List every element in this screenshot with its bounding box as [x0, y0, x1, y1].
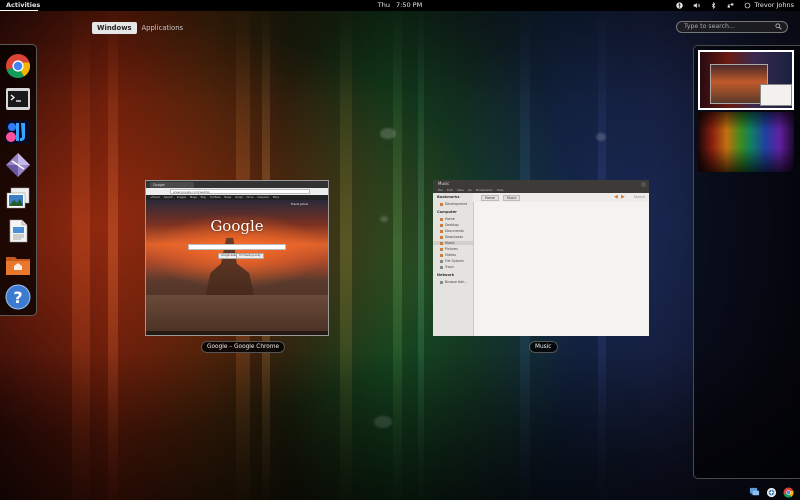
music-window-title: Music [438, 181, 450, 186]
sidebar-item-label: File System [445, 259, 464, 263]
google-logo: Google [210, 217, 264, 235]
sidebar-item-downloads: Downloads [440, 235, 463, 239]
downloads-icon [440, 235, 443, 239]
search-placeholder: Type to search... [684, 23, 735, 30]
user-menu[interactable]: Trevor Johns [744, 0, 794, 11]
desktop-icon [440, 223, 443, 227]
workspace-2[interactable] [698, 112, 794, 172]
sidebar-item-desktop: Desktop [440, 223, 459, 227]
dash: ? [0, 44, 37, 316]
music-icon [440, 241, 443, 245]
desktop-background [0, 0, 800, 500]
user-status-icon [745, 2, 751, 9]
svg-text:?: ? [13, 288, 22, 307]
sidebar-item-development: Development [440, 202, 467, 206]
diamond-app-icon[interactable] [5, 152, 31, 178]
window-thumbnail-chrome[interactable]: Google www.google.com/webhp +Trevor Sear… [145, 180, 329, 336]
sidebar-item-home: Home [440, 217, 455, 221]
home-folder-icon[interactable] [5, 251, 31, 277]
sidebar-item-label: Trash [445, 265, 454, 269]
pictures-icon [440, 247, 443, 251]
file-view [474, 202, 649, 336]
accessibility-icon[interactable] [676, 2, 684, 9]
sidebar-item-file-system: File System [440, 259, 464, 263]
sidebar-item-videos: Videos [440, 253, 456, 257]
workspace-1[interactable] [698, 50, 794, 110]
drive-icon [440, 259, 443, 263]
feeling-lucky-button: I'm Feeling Lucky [236, 253, 264, 259]
sidebar-header-computer: Computer [437, 210, 457, 214]
clock-time: 7:50 PM [396, 1, 423, 9]
software-update-icon[interactable] [766, 487, 777, 498]
chat-icon[interactable] [749, 487, 760, 498]
sidebar-item-music: Music [433, 241, 473, 245]
google-search-box [188, 244, 286, 250]
clock-day: Thu [377, 1, 390, 9]
file-search-label: Search [633, 195, 645, 199]
user-name: Trevor Johns [754, 1, 794, 9]
search-icon [775, 23, 782, 30]
breadcrumb-music: Music [503, 195, 521, 201]
network-icon [440, 280, 443, 284]
caption-music: Music [529, 341, 558, 353]
documents-icon [440, 229, 443, 233]
breadcrumb-home: Home [481, 195, 499, 201]
message-tray [749, 487, 794, 498]
google-user: Trevor Johns [290, 202, 308, 206]
sidebar-header-bookmarks: Bookmarks [437, 195, 460, 199]
sidebar-item-label: Music [445, 241, 455, 245]
activities-highlight [0, 10, 38, 11]
sidebar-item-label: Pictures [445, 247, 459, 251]
close-icon [641, 181, 646, 187]
chrome-toolbar: www.google.com/webhp [146, 188, 328, 195]
tab-applications[interactable]: Applications [137, 22, 189, 34]
chrome-icon[interactable] [5, 53, 31, 79]
arrow-left-icon: ◀ [614, 194, 618, 200]
sidebar-item-browse-network: Browse Net... [440, 280, 467, 284]
tab-windows[interactable]: Windows [92, 22, 137, 34]
places-sidebar: Bookmarks Development Computer Home Desk… [433, 193, 474, 336]
volume-icon[interactable] [693, 2, 701, 9]
document-viewer-icon[interactable] [5, 218, 31, 244]
intellij-icon[interactable] [5, 119, 31, 145]
doodle-ground [146, 295, 328, 335]
videos-icon [440, 253, 443, 257]
sidebar-item-label: Development [445, 202, 468, 206]
caption-chrome: Google – Google Chrome [201, 341, 286, 353]
arrow-right-icon: ▶ [621, 194, 625, 200]
music-title-bar: Music [433, 180, 649, 188]
sidebar-header-network: Network [437, 273, 455, 277]
sidebar-item-label: Desktop [445, 223, 459, 227]
terminal-icon[interactable] [5, 86, 31, 112]
window-thumbnail-music[interactable]: Music File Edit View Go Bookmarks Help B… [433, 180, 649, 336]
bluetooth-icon[interactable] [710, 2, 717, 9]
search-input[interactable]: Type to search... [676, 21, 788, 33]
wallpaper-shade [0, 0, 800, 500]
folder-icon [440, 202, 443, 206]
sidebar-item-pictures: Pictures [440, 247, 458, 251]
network-icon[interactable] [727, 2, 734, 9]
status-tray: Trevor Johns [676, 0, 794, 11]
google-footer [146, 331, 328, 335]
sidebar-item-label: Downloads [445, 235, 464, 239]
sidebar-item-trash: Trash [440, 265, 454, 269]
sidebar-item-label: Documents [445, 229, 464, 233]
help-icon[interactable]: ? [5, 284, 31, 310]
google-page: Trevor Johns Google Google Search I'm Fe… [146, 200, 328, 335]
sidebar-item-documents: Documents [440, 229, 464, 233]
trash-icon [440, 265, 443, 269]
home-icon [440, 217, 443, 221]
clock-button[interactable]: Thu 7:50 PM [360, 0, 440, 11]
chrome-title-bar: Google [146, 181, 328, 188]
workspace-thumbnails [693, 45, 800, 479]
sidebar-item-label: Browse Net... [445, 280, 467, 284]
image-viewer-icon[interactable] [5, 185, 31, 211]
chrome-notification-icon[interactable] [783, 487, 794, 498]
view-selector: Windows Applications [92, 22, 188, 34]
workspace-window-music [760, 84, 792, 106]
chrome-url-bar: www.google.com/webhp [170, 189, 310, 194]
sidebar-item-label: Videos [445, 253, 456, 257]
sidebar-item-label: Home [445, 217, 455, 221]
top-panel: Activities Thu 7:50 PM Trevor Johns [0, 0, 800, 11]
